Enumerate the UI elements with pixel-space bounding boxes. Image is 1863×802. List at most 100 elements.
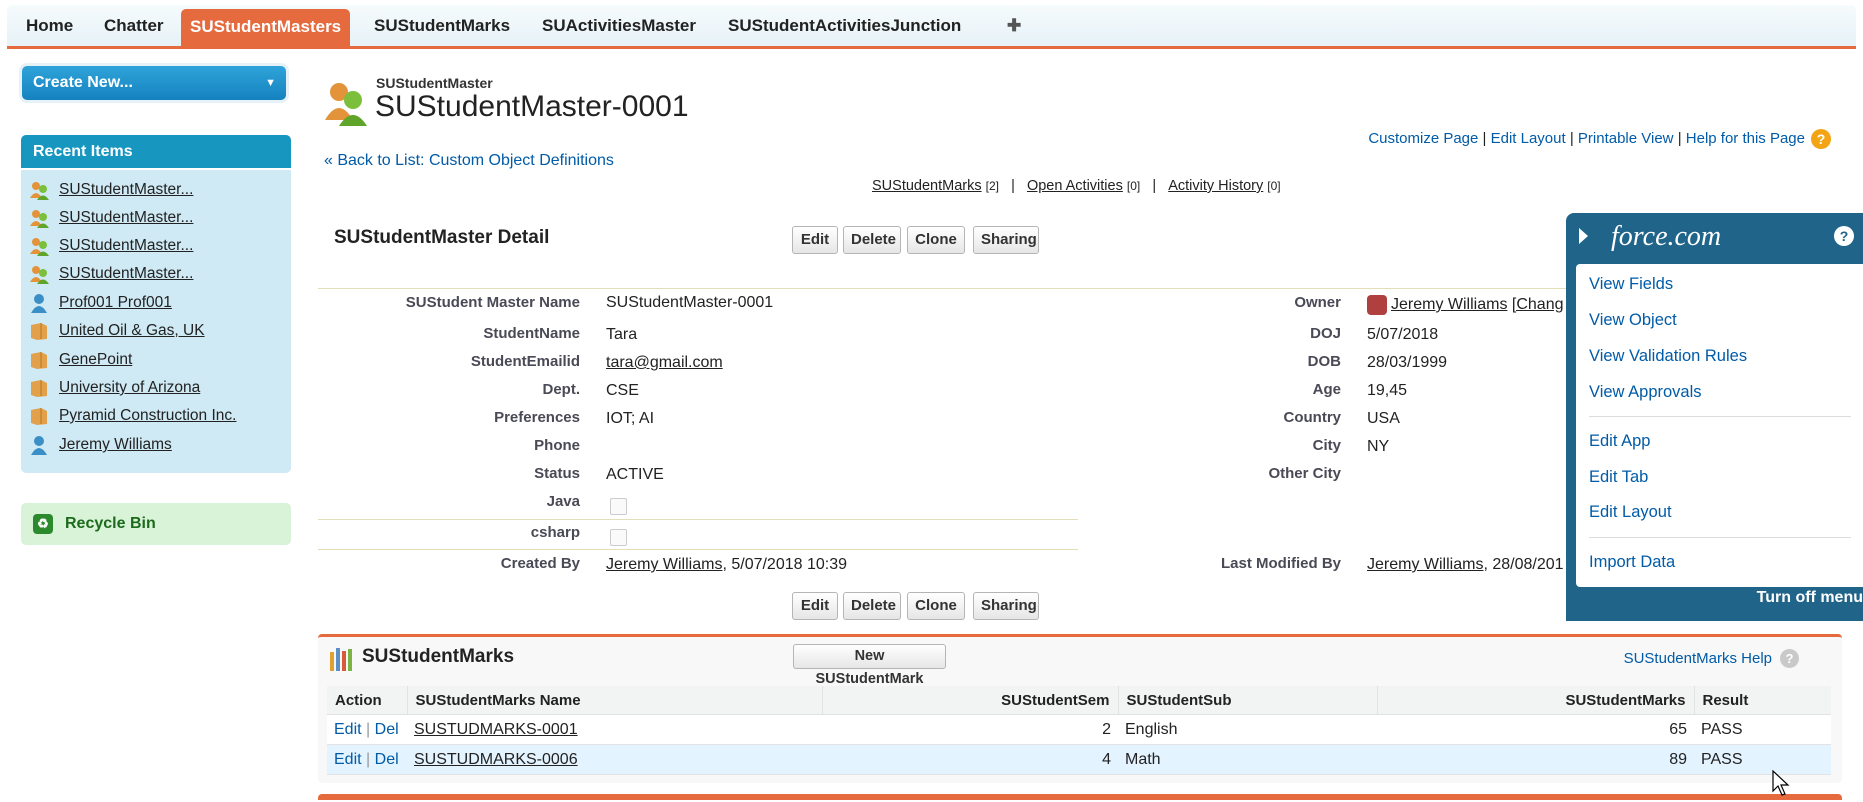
recent-item[interactable]: Prof001 Prof001: [29, 292, 172, 314]
column-header[interactable]: SUStudentMarks Name: [406, 686, 822, 715]
related-list-nav: SUStudentMarks [2] | Open Activities [0]…: [872, 178, 1281, 194]
divider: [318, 519, 1078, 520]
edit-button[interactable]: Edit: [792, 592, 838, 620]
help-icon[interactable]: ?: [1811, 129, 1831, 149]
view-validation-rules-link[interactable]: View Validation Rules: [1589, 347, 1747, 366]
delete-button[interactable]: Delete: [843, 226, 901, 254]
tab-home[interactable]: Home: [17, 11, 82, 46]
marks-help-link[interactable]: SUStudentMarks Help: [1624, 650, 1772, 667]
field-value: Tara: [606, 326, 638, 343]
tab-sustudentactivitiesjunction[interactable]: SUStudentActivitiesJunction: [719, 11, 970, 46]
tab-sustudentmarks[interactable]: SUStudentMarks: [365, 11, 519, 46]
force-com-menu: force.com ? View Fields View Object View…: [1566, 213, 1863, 621]
add-tab-icon[interactable]: ✚: [998, 11, 1030, 46]
change-owner-link[interactable]: [Chang: [1512, 296, 1564, 313]
view-fields-link[interactable]: View Fields: [1589, 275, 1673, 294]
help-page-link[interactable]: Help for this Page: [1686, 130, 1805, 147]
detail-section-title: SUStudentMaster Detail: [334, 227, 550, 248]
custom-object-icon: [29, 208, 49, 228]
recent-item[interactable]: GenePoint: [29, 349, 132, 371]
create-new-button[interactable]: Create New... ▼: [22, 66, 286, 100]
recycle-bin-link[interactable]: ♻ Recycle Bin: [21, 503, 291, 545]
view-approvals-link[interactable]: View Approvals: [1589, 383, 1702, 402]
modified-by-value: Jeremy Williams, 28/08/201: [1367, 556, 1564, 574]
sub-cell: English: [1118, 714, 1377, 745]
page-links: Customize Page | Edit Layout | Printable…: [1368, 129, 1831, 149]
field-value: 5/07/2018: [1367, 326, 1439, 343]
recent-item-label: Jeremy Williams: [59, 436, 172, 453]
delete-button[interactable]: Delete: [843, 592, 901, 620]
record-link[interactable]: SUSTUDMARKS-0006: [414, 751, 578, 768]
force-com-logo: force.com: [1611, 221, 1722, 252]
recent-item[interactable]: Pyramid Construction Inc.: [29, 405, 236, 427]
object-type-label: SUStudentMaster: [376, 75, 493, 91]
column-header[interactable]: SUStudentSem: [821, 686, 1118, 715]
edit-app-link[interactable]: Edit App: [1589, 432, 1650, 451]
collapse-arrow-icon[interactable]: [1579, 228, 1588, 244]
view-object-link[interactable]: View Object: [1589, 311, 1677, 330]
account-icon: [29, 406, 49, 426]
created-by-value: Jeremy Williams, 5/07/2018 10:39: [606, 556, 847, 574]
field-label: Preferences: [494, 409, 580, 426]
recent-item[interactable]: United Oil & Gas, UK: [29, 320, 205, 342]
column-header[interactable]: SUStudentSub: [1117, 686, 1377, 715]
recent-item[interactable]: Jeremy Williams: [29, 434, 172, 456]
table-row: Edit | Del SUSTUDMARKS-0006 4 Math 89 PA…: [327, 744, 1831, 775]
modified-by-user-link[interactable]: Jeremy Williams: [1367, 556, 1483, 573]
customize-page-link[interactable]: Customize Page: [1368, 130, 1478, 147]
related-nav-link[interactable]: Open Activities: [1027, 178, 1123, 194]
related-nav-link[interactable]: SUStudentMarks: [872, 178, 982, 194]
modified-date: , 28/08/201: [1483, 556, 1564, 573]
recycle-bin-label: Recycle Bin: [65, 515, 156, 532]
email-link[interactable]: tara@gmail.com: [606, 354, 723, 372]
recent-item[interactable]: SUStudentMaster...: [29, 179, 193, 201]
created-by-user-link[interactable]: Jeremy Williams: [606, 556, 722, 573]
recent-item[interactable]: SUStudentMaster...: [29, 263, 193, 285]
field-value: ACTIVE: [606, 466, 664, 483]
result-cell: PASS: [1694, 744, 1831, 775]
marks-cell: 65: [1377, 714, 1694, 745]
related-nav-link[interactable]: Activity History: [1168, 178, 1263, 194]
recent-item[interactable]: SUStudentMaster...: [29, 207, 193, 229]
edit-row-link[interactable]: Edit: [334, 751, 362, 768]
import-data-link[interactable]: Import Data: [1589, 553, 1675, 572]
contact-icon: [29, 435, 49, 455]
clone-button[interactable]: Clone: [907, 592, 965, 620]
tab-suactivitiesmaster[interactable]: SUActivitiesMaster: [533, 11, 705, 46]
dropdown-arrow-icon: ▼: [265, 77, 276, 89]
delete-row-link[interactable]: Del: [375, 751, 399, 768]
field-label: Dept.: [542, 381, 581, 398]
field-value: USA: [1367, 410, 1400, 427]
marks-cell: 89: [1377, 744, 1694, 775]
edit-row-link[interactable]: Edit: [334, 721, 362, 738]
recent-item[interactable]: SUStudentMaster...: [29, 235, 193, 257]
field-value: NY: [1367, 438, 1390, 455]
tab-chatter[interactable]: Chatter: [95, 11, 173, 46]
record-link[interactable]: SUSTUDMARKS-0001: [414, 721, 578, 738]
help-icon[interactable]: ?: [1834, 226, 1854, 246]
edit-layout-menu-link[interactable]: Edit Layout: [1589, 503, 1672, 522]
tab-sustudentmasters[interactable]: SUStudentMasters: [181, 9, 351, 46]
clone-button[interactable]: Clone: [907, 226, 965, 254]
recent-item[interactable]: University of Arizona: [29, 377, 200, 399]
owner-link[interactable]: Jeremy Williams: [1391, 296, 1507, 313]
column-header: Action: [327, 686, 407, 715]
sharing-button[interactable]: Sharing: [973, 592, 1039, 620]
edit-button[interactable]: Edit: [792, 226, 838, 254]
sharing-button[interactable]: Sharing: [973, 226, 1039, 254]
recent-items-list: SUStudentMaster... SUStudentMaster... SU…: [21, 170, 291, 473]
menu-divider: [1589, 537, 1851, 538]
column-header[interactable]: SUStudentMarks: [1376, 686, 1694, 715]
back-to-list-link[interactable]: « Back to List: Custom Object Definition…: [324, 152, 614, 170]
recent-item-label: United Oil & Gas, UK: [59, 322, 205, 339]
edit-layout-link[interactable]: Edit Layout: [1491, 130, 1566, 147]
field-label: StudentName: [483, 325, 580, 342]
turn-off-menu-link[interactable]: Turn off menu: [1757, 589, 1863, 607]
related-nav-count: [0]: [1126, 179, 1141, 193]
printable-view-link[interactable]: Printable View: [1578, 130, 1674, 147]
delete-row-link[interactable]: Del: [375, 721, 399, 738]
edit-tab-link[interactable]: Edit Tab: [1589, 468, 1648, 487]
new-sustudentmark-button[interactable]: New SUStudentMark: [793, 644, 946, 687]
column-header[interactable]: Result: [1693, 686, 1831, 715]
help-icon[interactable]: ?: [1780, 649, 1799, 668]
